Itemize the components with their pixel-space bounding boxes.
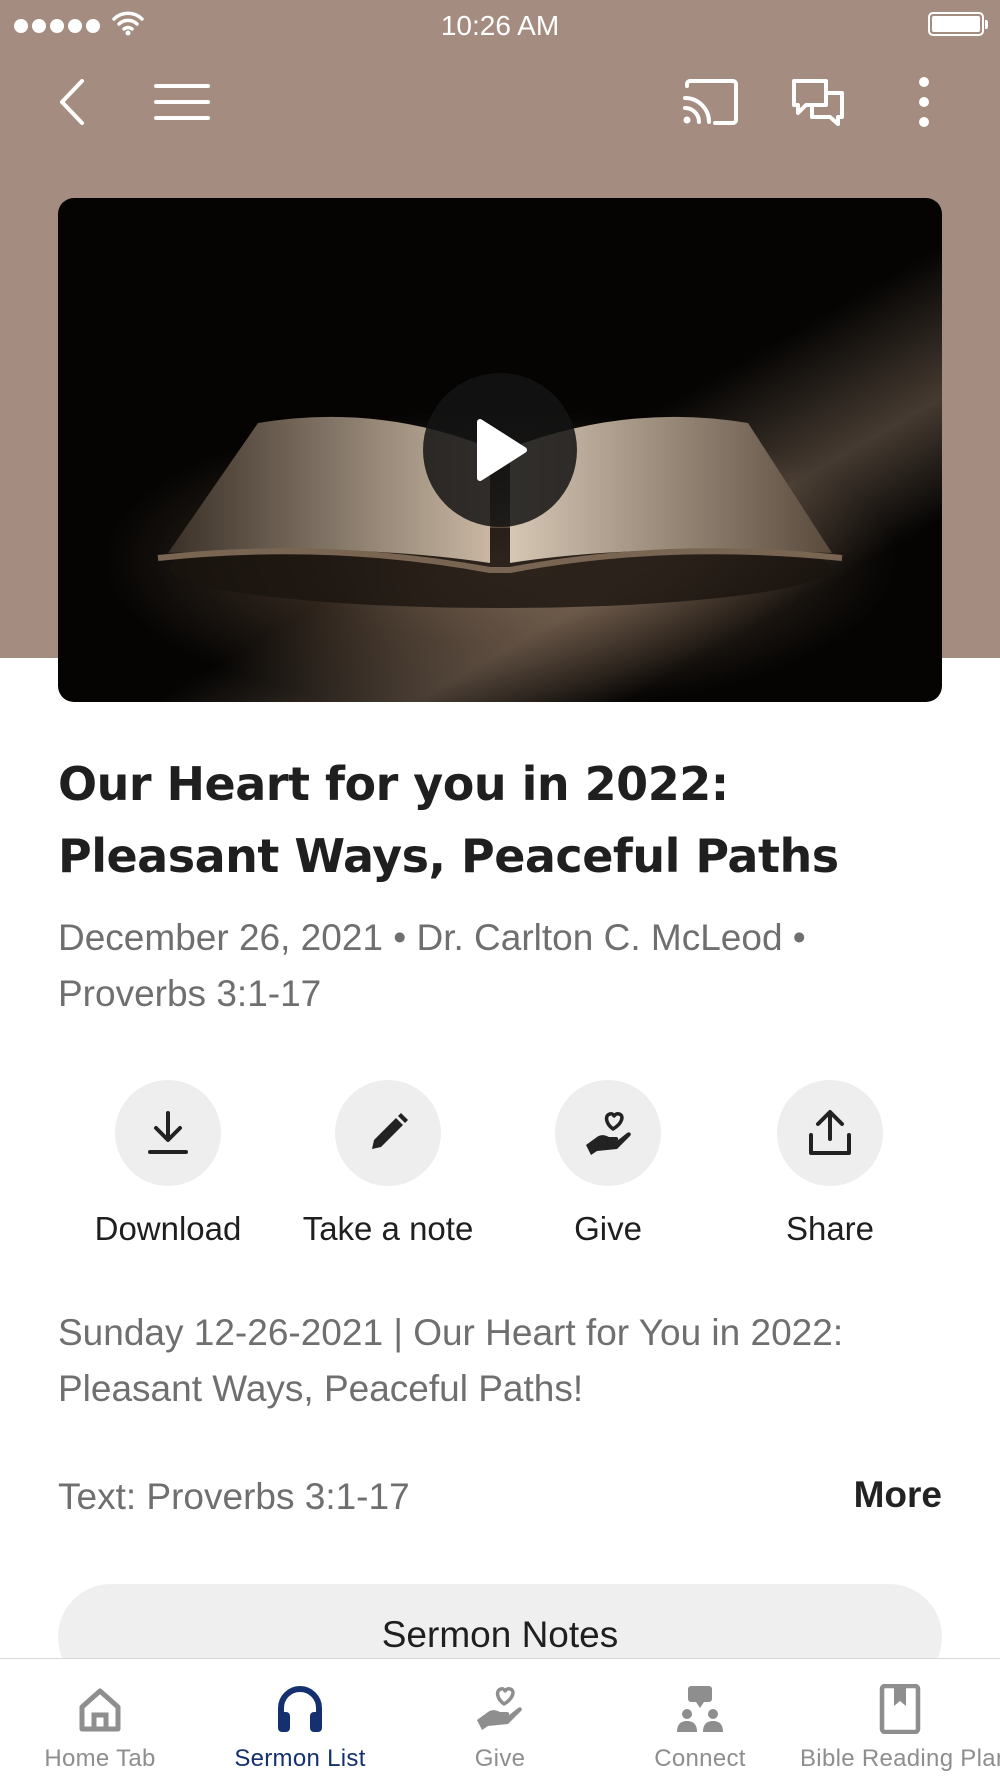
menu-icon[interactable] (150, 70, 214, 134)
home-icon (72, 1681, 128, 1737)
tab-home-label: Home Tab (44, 1745, 156, 1772)
tab-give[interactable]: Give (400, 1659, 600, 1778)
tab-connect[interactable]: Connect (600, 1659, 800, 1778)
download-icon (115, 1080, 221, 1186)
take-note-label: Take a note (302, 1210, 474, 1247)
tab-connect-label: Connect (654, 1745, 746, 1772)
scripture-text-reference: Text: Proverbs 3:1-17 (58, 1476, 410, 1517)
more-link[interactable]: More (854, 1474, 942, 1516)
download-button[interactable]: Download (58, 1080, 278, 1248)
tab-sermon-list[interactable]: Sermon List (200, 1659, 400, 1778)
tab-bible-reading-plan-label: Bible Reading Plan (800, 1745, 1000, 1772)
cast-icon[interactable] (678, 70, 742, 134)
sermon-meta-line1: December 26, 2021 • Dr. Carlton C. McLeo… (58, 917, 806, 958)
share-icon (777, 1080, 883, 1186)
tab-home[interactable]: Home Tab (0, 1659, 200, 1778)
action-row: Download Take a note Give Share (58, 1080, 942, 1260)
share-label: Share (785, 1210, 875, 1247)
pencil-icon (335, 1080, 441, 1186)
give-label: Give (574, 1210, 642, 1247)
description-line2: Pleasant Ways, Peaceful Paths! (58, 1368, 584, 1409)
sermon-title: Our Heart for you in 2022: Pleasant Ways… (58, 748, 948, 892)
sermon-title-line1: Our Heart for you in 2022: (58, 757, 729, 811)
sermon-title-line2: Pleasant Ways, Peaceful Paths (58, 829, 839, 883)
back-icon[interactable] (42, 70, 106, 134)
headphones-icon (272, 1681, 328, 1737)
sermon-meta-line2: Proverbs 3:1-17 (58, 973, 322, 1014)
take-note-button[interactable]: Take a note (278, 1080, 498, 1248)
sermon-video-player[interactable] (58, 198, 942, 702)
chat-icon[interactable] (786, 70, 850, 134)
bottom-tab-bar: Home Tab Sermon List Give Connect Bible … (0, 1658, 1000, 1778)
tab-sermon-list-label: Sermon List (234, 1745, 366, 1772)
tab-bible-reading-plan[interactable]: Bible Reading Plan (800, 1659, 1000, 1778)
give-heart-icon (472, 1681, 528, 1737)
more-vertical-icon[interactable] (892, 70, 956, 134)
tab-give-label: Give (474, 1745, 526, 1772)
give-button[interactable]: Give (498, 1080, 718, 1248)
status-time: 10:26 AM (440, 10, 560, 41)
sermon-description: Sunday 12-26-2021 | Our Heart for You in… (58, 1305, 938, 1417)
give-heart-icon (555, 1080, 661, 1186)
battery-icon (928, 12, 988, 36)
download-label: Download (94, 1210, 242, 1247)
description-line1: Sunday 12-26-2021 | Our Heart for You in… (58, 1312, 844, 1353)
connect-people-icon (672, 1681, 728, 1737)
bookmark-book-icon (872, 1681, 928, 1737)
play-button[interactable] (423, 373, 577, 527)
status-bar: 10:26 AM (0, 0, 1000, 50)
share-button[interactable]: Share (720, 1080, 940, 1248)
play-icon (477, 419, 527, 481)
sermon-meta: December 26, 2021 • Dr. Carlton C. McLeo… (58, 910, 918, 1022)
